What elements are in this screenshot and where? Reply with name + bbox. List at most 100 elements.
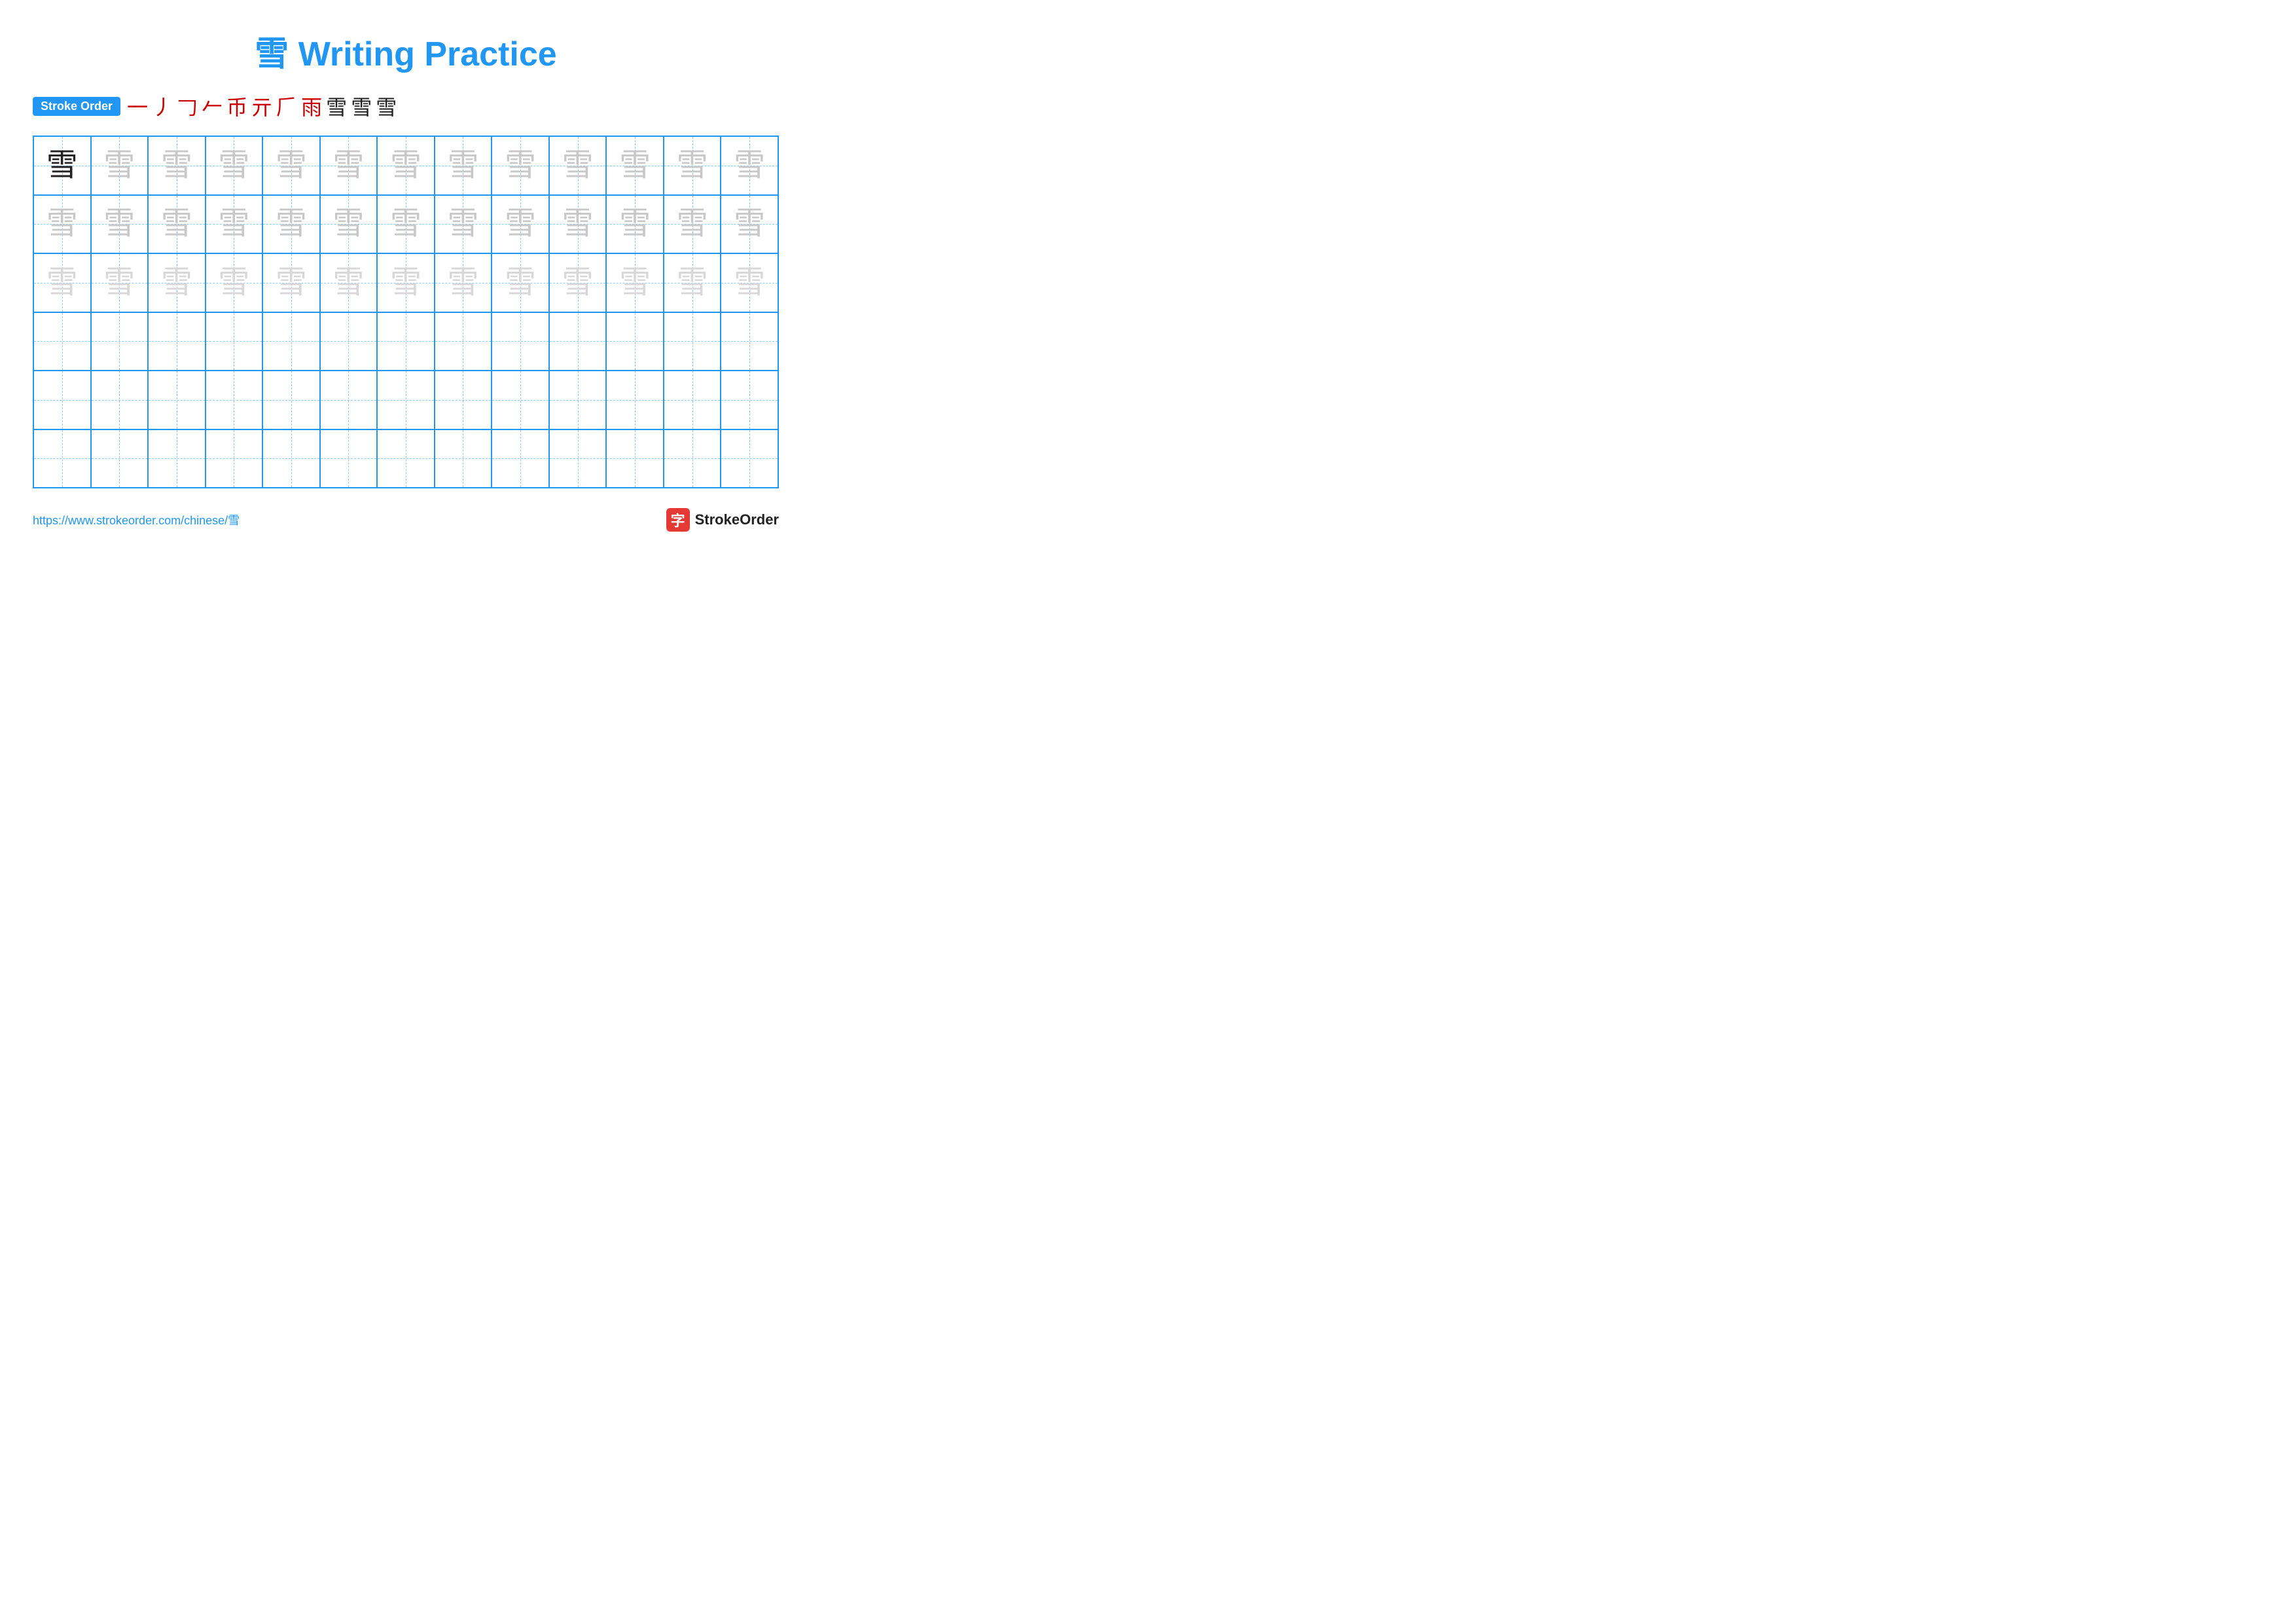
character-guide: 雪 (734, 208, 765, 240)
grid-cell[interactable] (721, 313, 778, 371)
grid-cell[interactable]: 雪 (721, 196, 778, 253)
grid-cell[interactable] (378, 313, 435, 371)
grid-cell[interactable]: 雪 (378, 254, 435, 312)
stroke-9: 雪 (326, 91, 347, 121)
grid-cell[interactable] (206, 430, 264, 488)
grid-cell[interactable] (664, 313, 722, 371)
character-guide: 雪 (161, 267, 192, 299)
stroke-10: 雪 (351, 91, 372, 121)
character-guide: 雪 (390, 150, 422, 181)
character-guide: 雪 (332, 150, 364, 181)
grid-cell[interactable]: 雪 (263, 254, 321, 312)
grid-cell[interactable]: 雪 (263, 137, 321, 194)
grid-cell[interactable]: 雪 (206, 137, 264, 194)
grid-cell[interactable]: 雪 (92, 137, 149, 194)
grid-cell[interactable] (34, 313, 92, 371)
grid-cell[interactable]: 雪 (607, 137, 664, 194)
grid-cell[interactable]: 雪 (149, 254, 206, 312)
grid-cell[interactable] (34, 430, 92, 488)
grid-cell[interactable] (607, 371, 664, 429)
grid-cell[interactable] (607, 430, 664, 488)
grid-cell[interactable] (435, 371, 493, 429)
grid-cell[interactable]: 雪 (721, 137, 778, 194)
footer: https://www.strokeorder.com/chinese/雪 字 … (33, 508, 779, 532)
grid-cell[interactable] (664, 430, 722, 488)
character-guide: 雪 (505, 208, 536, 240)
grid-cell[interactable]: 雪 (550, 196, 607, 253)
grid-cell[interactable] (550, 313, 607, 371)
grid-cell[interactable] (435, 313, 493, 371)
grid-cell[interactable]: 雪 (34, 196, 92, 253)
character-guide: 雪 (103, 267, 135, 299)
grid-cell[interactable] (263, 313, 321, 371)
grid-cell[interactable] (149, 430, 206, 488)
grid-cell[interactable] (206, 371, 264, 429)
grid-cell[interactable] (435, 430, 493, 488)
grid-cell[interactable]: 雪 (550, 137, 607, 194)
grid-cell[interactable] (550, 430, 607, 488)
grid-cell[interactable]: 雪 (34, 137, 92, 194)
grid-cell[interactable]: 雪 (34, 254, 92, 312)
grid-cell[interactable]: 雪 (664, 196, 722, 253)
grid-cell[interactable] (550, 371, 607, 429)
grid-cell[interactable] (321, 313, 378, 371)
character-guide: 雪 (447, 150, 478, 181)
grid-cell[interactable] (492, 313, 550, 371)
grid-cell[interactable] (607, 313, 664, 371)
grid-cell[interactable] (492, 430, 550, 488)
character-solid: 雪 (46, 150, 78, 181)
character-guide: 雪 (505, 150, 536, 181)
character-guide: 雪 (619, 208, 651, 240)
character-guide: 雪 (390, 208, 422, 240)
grid-cell[interactable]: 雪 (378, 196, 435, 253)
grid-cell[interactable]: 雪 (664, 254, 722, 312)
grid-cell[interactable]: 雪 (149, 196, 206, 253)
grid-cell[interactable]: 雪 (321, 137, 378, 194)
grid-cell[interactable]: 雪 (664, 137, 722, 194)
grid-cell[interactable] (92, 313, 149, 371)
grid-cell[interactable]: 雪 (321, 254, 378, 312)
grid-cell[interactable]: 雪 (492, 254, 550, 312)
grid-cell[interactable] (149, 313, 206, 371)
grid-cell[interactable] (721, 430, 778, 488)
grid-cell[interactable] (378, 430, 435, 488)
stroke-2: 丿 (152, 91, 173, 121)
grid-cell[interactable]: 雪 (206, 196, 264, 253)
grid-cell[interactable] (206, 313, 264, 371)
grid-cell[interactable]: 雪 (435, 137, 493, 194)
grid-cell[interactable] (664, 371, 722, 429)
grid-cell[interactable]: 雪 (550, 254, 607, 312)
grid-cell[interactable]: 雪 (92, 196, 149, 253)
stroke-8: 雨 (301, 91, 322, 121)
grid-cell[interactable] (721, 371, 778, 429)
character-guide: 雪 (161, 208, 192, 240)
grid-cell[interactable] (492, 371, 550, 429)
grid-cell[interactable]: 雪 (321, 196, 378, 253)
stroke-3: 𠃌 (177, 91, 198, 121)
stroke-order-chars: 一 丿 𠃌 𠂉 币 亓 𠂆 雨 雪 雪 雪 (127, 91, 397, 121)
stroke-1: 一 (127, 91, 148, 121)
grid-cell[interactable] (321, 371, 378, 429)
grid-cell[interactable]: 雪 (378, 137, 435, 194)
grid-cell[interactable]: 雪 (263, 196, 321, 253)
grid-cell[interactable] (321, 430, 378, 488)
grid-cell[interactable] (92, 371, 149, 429)
grid-cell[interactable]: 雪 (435, 254, 493, 312)
character-guide: 雪 (677, 267, 708, 299)
stroke-11: 雪 (376, 91, 397, 121)
grid-cell[interactable] (92, 430, 149, 488)
grid-cell[interactable]: 雪 (607, 254, 664, 312)
grid-cell[interactable]: 雪 (149, 137, 206, 194)
grid-cell[interactable] (263, 430, 321, 488)
grid-cell[interactable] (34, 371, 92, 429)
grid-cell[interactable] (378, 371, 435, 429)
grid-cell[interactable]: 雪 (492, 137, 550, 194)
grid-cell[interactable]: 雪 (92, 254, 149, 312)
grid-cell[interactable]: 雪 (492, 196, 550, 253)
grid-cell[interactable] (263, 371, 321, 429)
grid-cell[interactable] (149, 371, 206, 429)
grid-cell[interactable]: 雪 (206, 254, 264, 312)
grid-cell[interactable]: 雪 (435, 196, 493, 253)
grid-cell[interactable]: 雪 (721, 254, 778, 312)
grid-cell[interactable]: 雪 (607, 196, 664, 253)
